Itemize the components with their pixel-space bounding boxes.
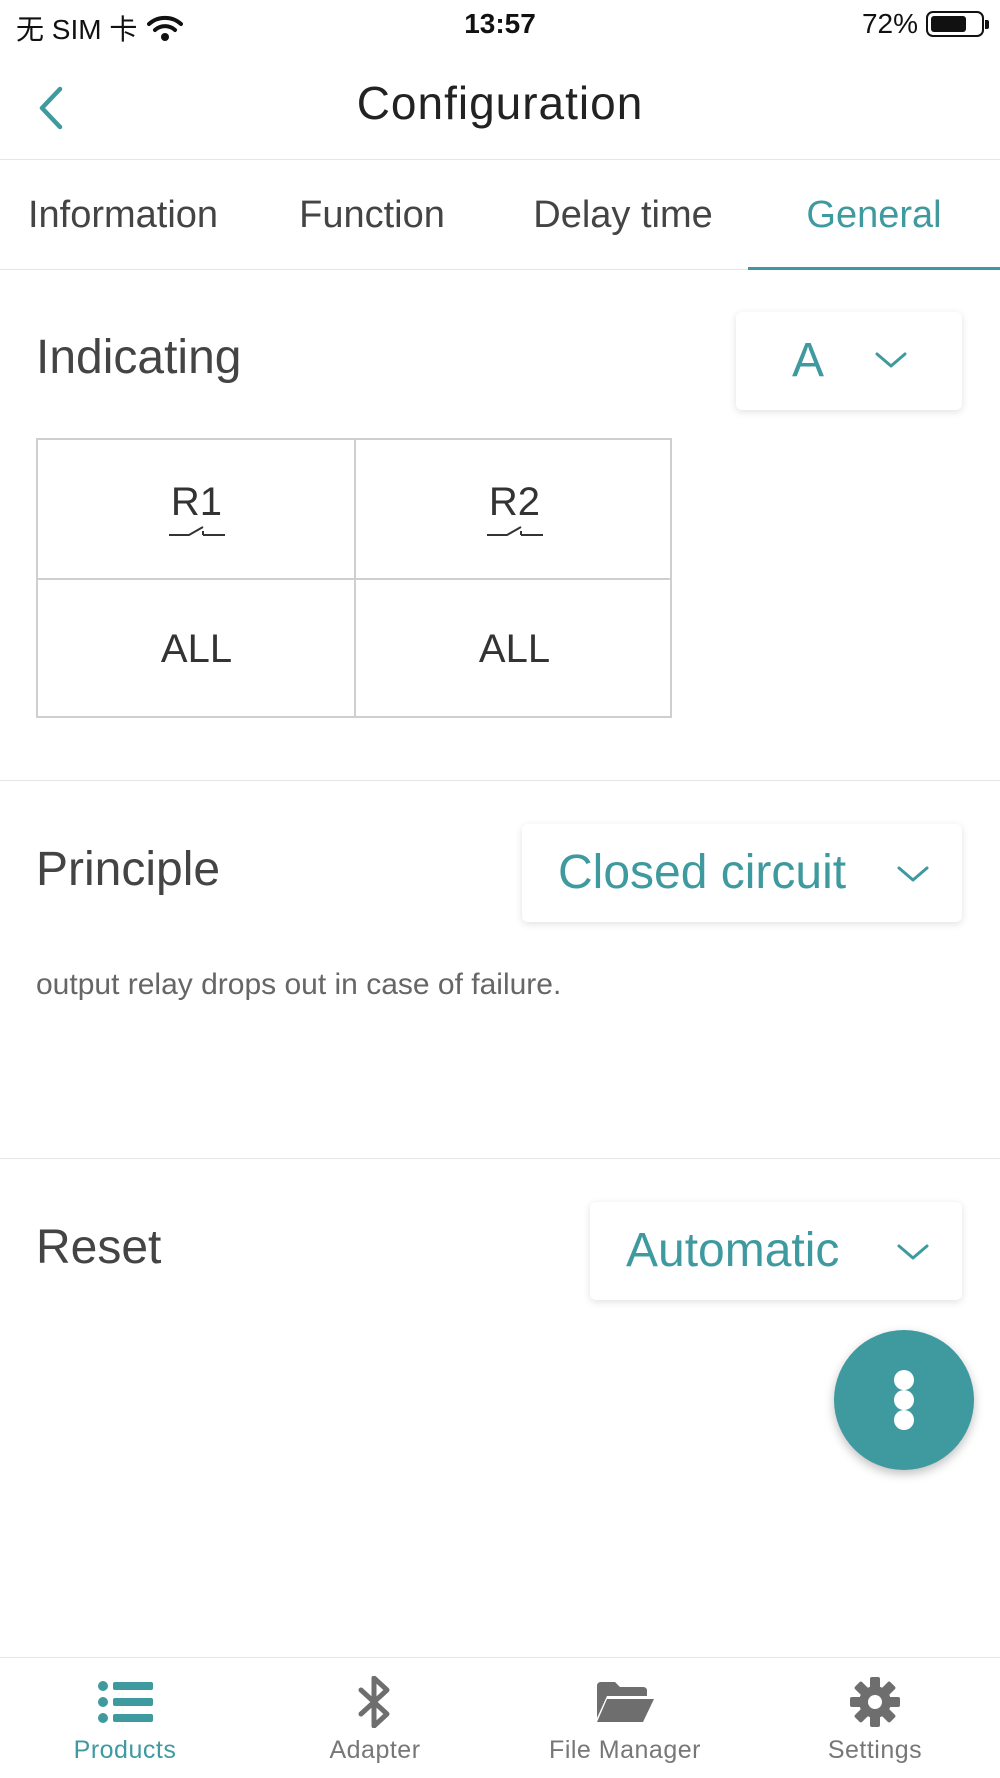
more-vertical-icon — [894, 1390, 914, 1410]
more-vertical-icon — [894, 1410, 914, 1430]
relay-contact-icon — [486, 526, 543, 536]
relay-value-r1[interactable]: ALL — [38, 580, 355, 719]
chevron-down-icon — [897, 866, 929, 882]
status-right: 72% — [861, 8, 989, 40]
principle-description: output relay drops out in case of failur… — [36, 968, 562, 1001]
folder-open-icon — [585, 1674, 665, 1730]
reset-label: Reset — [36, 1221, 162, 1274]
principle-label: Principle — [36, 843, 221, 896]
chevron-down-icon — [875, 352, 907, 368]
tab-bar: Information Function Delay time General — [0, 160, 1000, 270]
indicating-label: Indicating — [36, 331, 242, 384]
chevron-down-icon — [897, 1244, 929, 1260]
tab-information[interactable]: Information — [0, 160, 246, 270]
reset-dropdown[interactable]: Automatic — [590, 1202, 962, 1300]
list-icon — [85, 1674, 165, 1730]
relay-grid: R1 R2 ALL ALL — [36, 438, 672, 718]
bottom-tab-label: Adapter — [329, 1736, 421, 1764]
relay-name: R2 — [488, 480, 541, 524]
principle-value: Closed circuit — [558, 846, 847, 899]
bottom-tab-label: Products — [73, 1736, 177, 1764]
section-divider — [0, 1158, 1000, 1159]
relay-header-r2: R2 — [356, 440, 673, 579]
nav-bar: Configuration — [0, 52, 1000, 160]
more-vertical-icon — [894, 1370, 914, 1390]
bottom-tab-label: File Manager — [549, 1736, 701, 1764]
section-divider — [0, 780, 1000, 781]
relay-value-r2[interactable]: ALL — [356, 580, 673, 719]
relay-header-r1: R1 — [38, 440, 355, 579]
battery-percent: 72% — [861, 8, 918, 39]
status-bar: 无 SIM 卡 13:57 72% — [0, 0, 1000, 50]
page-title: Configuration — [356, 77, 644, 129]
bottom-tab-settings[interactable]: Settings — [750, 1658, 1000, 1778]
bottom-tab-bar: Products Adapter File Manager Settings — [0, 1657, 1000, 1778]
indicating-dropdown[interactable]: A — [736, 312, 962, 410]
tab-function[interactable]: Function — [246, 160, 498, 270]
tab-general[interactable]: General — [748, 160, 1000, 270]
bottom-tab-adapter[interactable]: Adapter — [250, 1658, 500, 1778]
principle-dropdown[interactable]: Closed circuit — [522, 824, 962, 922]
battery-fill — [931, 16, 966, 32]
gear-icon — [835, 1674, 915, 1730]
reset-value: Automatic — [626, 1224, 840, 1277]
bottom-tab-file-manager[interactable]: File Manager — [500, 1658, 750, 1778]
tab-active-indicator — [748, 267, 1000, 270]
bluetooth-icon — [335, 1674, 415, 1730]
tab-delay-time[interactable]: Delay time — [498, 160, 748, 270]
indicating-value: A — [792, 334, 825, 387]
relay-contact-icon — [168, 526, 225, 536]
bottom-tab-products[interactable]: Products — [0, 1658, 250, 1778]
relay-name: R1 — [170, 480, 223, 524]
more-options-button[interactable] — [834, 1330, 974, 1470]
battery-icon — [926, 11, 989, 37]
status-time: 13:57 — [464, 8, 536, 39]
bottom-tab-label: Settings — [827, 1736, 923, 1764]
